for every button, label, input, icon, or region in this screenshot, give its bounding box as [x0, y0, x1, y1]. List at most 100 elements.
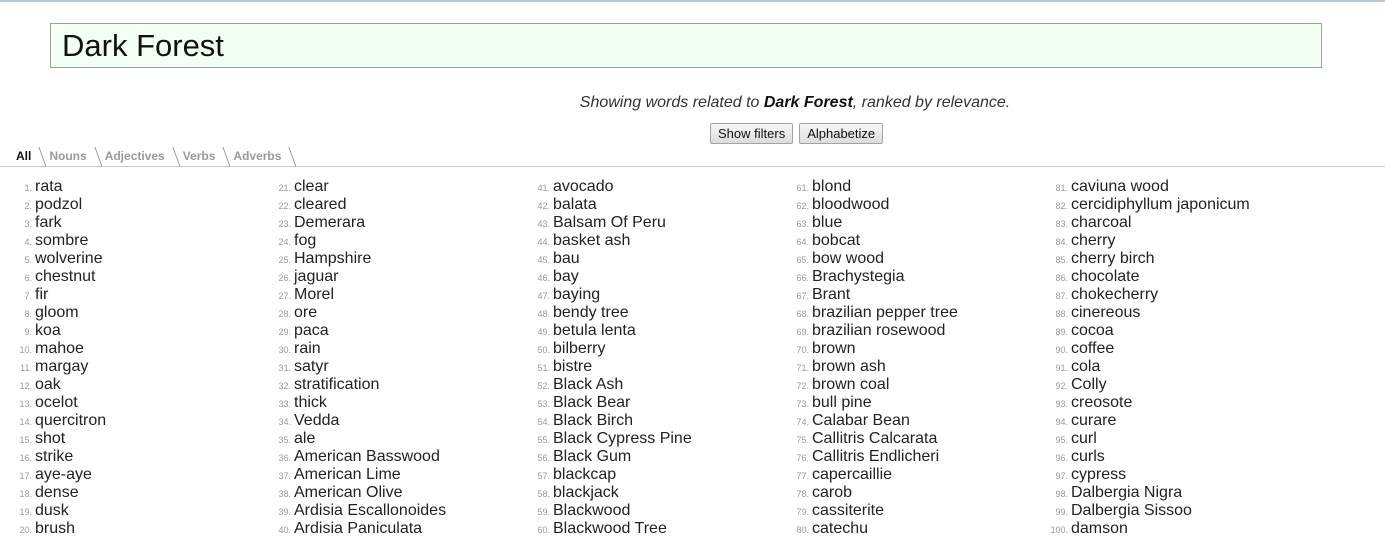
list-item[interactable]: 97. cypress [1036, 466, 1296, 484]
list-item[interactable]: 44. basket ash [518, 232, 778, 250]
related-word-link[interactable]: cercidiphyllum japonicum [1071, 196, 1250, 213]
related-word-link[interactable]: charcoal [1071, 214, 1131, 231]
list-item[interactable]: 39. Ardisia Escallonoides [259, 502, 519, 520]
related-word-link[interactable]: basket ash [553, 232, 630, 249]
related-word-link[interactable]: fir [35, 286, 48, 303]
related-word-link[interactable]: shot [35, 430, 65, 447]
list-item[interactable]: 98. Dalbergia Nigra [1036, 484, 1296, 502]
list-item[interactable]: 71. brown ash [777, 358, 1037, 376]
list-item[interactable]: 56. Black Gum [518, 448, 778, 466]
list-item[interactable]: 73. bull pine [777, 394, 1037, 412]
tab-verbs[interactable]: Verbs [175, 145, 226, 167]
related-word-link[interactable]: bendy tree [553, 304, 629, 321]
related-word-link[interactable]: curare [1071, 412, 1116, 429]
related-word-link[interactable]: strike [35, 448, 73, 465]
related-word-link[interactable]: dusk [35, 502, 69, 519]
list-item[interactable]: 61. blond [777, 178, 1037, 196]
related-word-link[interactable]: chestnut [35, 268, 95, 285]
list-item[interactable]: 23. Demerara [259, 214, 519, 232]
related-word-link[interactable]: blue [812, 214, 842, 231]
related-word-link[interactable]: bistre [553, 358, 592, 375]
related-word-link[interactable]: brown [812, 340, 856, 357]
related-word-link[interactable]: Black Cypress Pine [553, 430, 692, 447]
related-word-link[interactable]: Callitris Endlicheri [812, 448, 939, 465]
list-item[interactable]: 9. koa [0, 322, 260, 340]
related-word-link[interactable]: bobcat [812, 232, 860, 249]
list-item[interactable]: 84. cherry [1036, 232, 1296, 250]
list-item[interactable]: 79. cassiterite [777, 502, 1037, 520]
related-word-link[interactable]: brown coal [812, 376, 889, 393]
list-item[interactable]: 29. paca [259, 322, 519, 340]
list-item[interactable]: 75. Callitris Calcarata [777, 430, 1037, 448]
list-item[interactable]: 80. catechu [777, 520, 1037, 538]
related-word-link[interactable]: cinereous [1071, 304, 1140, 321]
tab-nouns[interactable]: Nouns [41, 145, 96, 167]
related-word-link[interactable]: blackcap [553, 466, 616, 483]
list-item[interactable]: 89. cocoa [1036, 322, 1296, 340]
list-item[interactable]: 57. blackcap [518, 466, 778, 484]
related-word-link[interactable]: American Basswood [294, 448, 440, 465]
related-word-link[interactable]: Brant [812, 286, 850, 303]
related-word-link[interactable]: ale [294, 430, 315, 447]
related-word-link[interactable]: bay [553, 268, 579, 285]
list-item[interactable]: 1. rata [0, 178, 260, 196]
list-item[interactable]: 48. bendy tree [518, 304, 778, 322]
related-word-link[interactable]: Balsam Of Peru [553, 214, 666, 231]
related-word-link[interactable]: cherry birch [1071, 250, 1155, 267]
list-item[interactable]: 2. podzol [0, 196, 260, 214]
list-item[interactable]: 35. ale [259, 430, 519, 448]
list-item[interactable]: 59. Blackwood [518, 502, 778, 520]
related-word-link[interactable]: oak [35, 376, 61, 393]
related-word-link[interactable]: cassiterite [812, 502, 884, 519]
list-item[interactable]: 16. strike [0, 448, 260, 466]
list-item[interactable]: 70. brown [777, 340, 1037, 358]
list-item[interactable]: 86. chocolate [1036, 268, 1296, 286]
list-item[interactable]: 18. dense [0, 484, 260, 502]
list-item[interactable]: 91. cola [1036, 358, 1296, 376]
list-item[interactable]: 5. wolverine [0, 250, 260, 268]
tab-adverbs[interactable]: Adverbs [225, 145, 291, 167]
list-item[interactable]: 88. cinereous [1036, 304, 1296, 322]
list-item[interactable]: 72. brown coal [777, 376, 1037, 394]
related-word-link[interactable]: brown ash [812, 358, 886, 375]
related-word-link[interactable]: balata [553, 196, 597, 213]
list-item[interactable]: 63. blue [777, 214, 1037, 232]
list-item[interactable]: 93. creosote [1036, 394, 1296, 412]
list-item[interactable]: 42. balata [518, 196, 778, 214]
related-word-link[interactable]: Dalbergia Nigra [1071, 484, 1182, 501]
list-item[interactable]: 27. Morel [259, 286, 519, 304]
list-item[interactable]: 13. ocelot [0, 394, 260, 412]
tab-all[interactable]: All [10, 145, 42, 167]
related-word-link[interactable]: caviuna wood [1071, 178, 1169, 195]
list-item[interactable]: 87. chokecherry [1036, 286, 1296, 304]
list-item[interactable]: 77. capercaillie [777, 466, 1037, 484]
list-item[interactable]: 64. bobcat [777, 232, 1037, 250]
related-word-link[interactable]: damson [1071, 520, 1128, 537]
alphabetize-button[interactable]: Alphabetize [799, 123, 884, 144]
list-item[interactable]: 32. stratification [259, 376, 519, 394]
related-word-link[interactable]: Vedda [294, 412, 339, 429]
related-word-link[interactable]: Black Bear [553, 394, 630, 411]
list-item[interactable]: 21. clear [259, 178, 519, 196]
related-word-link[interactable]: Dalbergia Sissoo [1071, 502, 1192, 519]
related-word-link[interactable]: cherry [1071, 232, 1115, 249]
list-item[interactable]: 15. shot [0, 430, 260, 448]
list-item[interactable]: 49. betula lenta [518, 322, 778, 340]
related-word-link[interactable]: thick [294, 394, 327, 411]
related-word-link[interactable]: sombre [35, 232, 88, 249]
related-word-link[interactable]: Demerara [294, 214, 365, 231]
list-item[interactable]: 37. American Lime [259, 466, 519, 484]
related-word-link[interactable]: bilberry [553, 340, 605, 357]
related-word-link[interactable]: cypress [1071, 466, 1126, 483]
list-item[interactable]: 69. brazilian rosewood [777, 322, 1037, 340]
list-item[interactable]: 45. bau [518, 250, 778, 268]
list-item[interactable]: 20. brush [0, 520, 260, 538]
related-word-link[interactable]: baying [553, 286, 600, 303]
list-item[interactable]: 11. margay [0, 358, 260, 376]
list-item[interactable]: 36. American Basswood [259, 448, 519, 466]
related-word-link[interactable]: stratification [294, 376, 379, 393]
list-item[interactable]: 28. ore [259, 304, 519, 322]
related-word-link[interactable]: Black Gum [553, 448, 631, 465]
related-word-link[interactable]: blond [812, 178, 851, 195]
list-item[interactable]: 65. bow wood [777, 250, 1037, 268]
